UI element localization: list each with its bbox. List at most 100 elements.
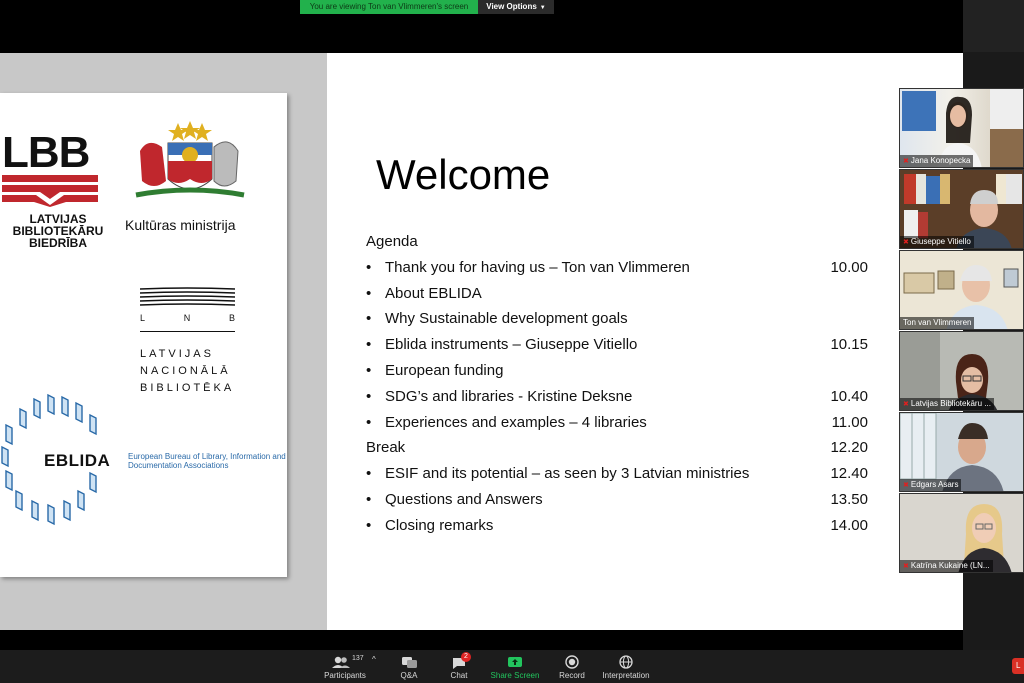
view-options-label: View Options — [486, 2, 537, 11]
lbb-logo-icon — [2, 175, 98, 207]
leave-button[interactable]: L — [1012, 658, 1024, 674]
agenda-item: • ESIF and its potential – as seen by 3 L… — [366, 461, 886, 487]
record-button[interactable]: Record — [556, 650, 588, 683]
bullet-icon: • — [366, 361, 372, 379]
globe-icon — [600, 653, 652, 671]
agenda-item: • Experiences and examples – 4 libraries 1… — [366, 410, 886, 436]
mic-muted-icon: ✖ — [903, 482, 909, 489]
eblida-logo-text: EBLIDA — [44, 451, 111, 470]
mic-muted-icon: ✖ — [903, 401, 909, 408]
agenda-item-text: Break — [366, 439, 406, 457]
viewing-banner: You are viewing Ton van Vlimmeren's scre… — [300, 0, 478, 14]
agenda-item-time: 10.00 — [830, 258, 868, 276]
participant-tile[interactable]: ✖ Edgars Asars — [899, 412, 1024, 492]
mic-muted-icon: ✖ — [903, 563, 909, 570]
lnb-line: BIBLIOTĒKA — [140, 382, 235, 394]
participant-name: ✖ Jana Konopecka — [900, 155, 974, 167]
agenda-item-text: ESIF and its potential – as seen by 3 La… — [385, 465, 750, 483]
mic-muted-icon: ✖ — [903, 239, 909, 246]
slide-title: Welcome — [376, 151, 551, 198]
lnb-letter: N — [183, 313, 191, 323]
interpretation-label: Interpretation — [602, 671, 650, 680]
agenda-item-text: Thank you for having us – Ton van Vlimme… — [385, 258, 690, 276]
participants-count: 137 — [352, 655, 364, 662]
participants-label: Participants — [324, 671, 366, 680]
agenda-item: • Eblida instruments – Giuseppe Vitiello 1… — [366, 332, 886, 358]
participant-tile[interactable]: ✖ Jana Konopecka — [899, 88, 1024, 168]
agenda-item: • European funding — [366, 358, 886, 384]
meeting-toolbar: Participants 137 ^ Q&A Chat 2 Share Scre… — [0, 650, 1024, 683]
agenda-item-text: Questions and Answers — [385, 490, 543, 508]
agenda-item: • Closing remarks 14.00 — [366, 513, 886, 539]
agenda-item: • Thank you for having us – Ton van Vlimm… — [366, 255, 886, 281]
agenda-item-time: 11.00 — [831, 413, 868, 431]
qa-icon — [392, 653, 426, 671]
lnb-divider — [140, 331, 235, 332]
agenda-list: Agenda • Thank you for having us – Ton va… — [366, 229, 886, 539]
agenda-item-time: 14.00 — [830, 516, 868, 534]
ministry-name: Kultūras ministrija — [125, 217, 236, 233]
record-icon — [556, 653, 588, 671]
bullet-icon: • — [366, 284, 372, 302]
share-screen-label: Share Screen — [490, 671, 540, 680]
slide-content: Welcome Agenda • Thank you for having us … — [327, 53, 963, 630]
lnb-logo-icon — [140, 287, 235, 306]
chat-badge: 2 — [461, 652, 471, 662]
mic-muted-icon: ✖ — [903, 158, 909, 165]
lbb-logo-subtitle: LATVIJAS BIBLIOTEKĀRU BIEDRĪBA — [8, 213, 108, 249]
chevron-up-icon[interactable]: ^ — [372, 655, 376, 664]
agenda-item-text: Experiences and examples – 4 libraries — [385, 413, 647, 431]
bullet-icon: • — [366, 336, 372, 354]
qa-label: Q&A — [400, 671, 418, 680]
bullet-icon: • — [366, 310, 372, 328]
agenda-item-time: 10.15 — [830, 336, 868, 354]
lnb-line: NACIONĀLĀ — [140, 365, 231, 377]
eblida-description: European Bureau of Library, Information … — [128, 452, 286, 470]
bullet-icon: • — [366, 490, 372, 508]
bullet-icon: • — [366, 465, 372, 483]
lnb-letters: L N B — [140, 313, 235, 323]
agenda-item: • About EBLIDA — [366, 281, 886, 307]
logo-panel: LBB LATVIJAS BIBLIOTEKĀRU BIEDRĪBA Kultū… — [0, 93, 287, 577]
lnb-name: LATVIJAS NACIONĀLĀ BIBLIOTĒKA — [140, 346, 250, 397]
bullet-icon: • — [366, 258, 372, 276]
agenda-item-text: Eblida instruments – Giuseppe Vitiello — [385, 336, 638, 354]
agenda-item-text: About EBLIDA — [385, 284, 482, 302]
agenda-item: • SDG’s and libraries - Kristine Deksne 10… — [366, 384, 886, 410]
zoom-window: You are viewing Ton van Vlimmeren's scre… — [0, 0, 1024, 683]
lnb-letter: L — [140, 313, 146, 323]
interpretation-button[interactable]: Interpretation — [600, 650, 652, 683]
bullet-icon: • — [366, 387, 372, 405]
agenda-item-text: Closing remarks — [385, 516, 494, 534]
agenda-item-time: 12.20 — [830, 439, 868, 457]
lnb-line: LATVIJAS — [140, 348, 214, 360]
agenda-item: • Why Sustainable development goals — [366, 306, 886, 332]
participant-tile[interactable]: ✖ Latvijas Bibliotekāru ... — [899, 331, 1024, 411]
agenda-item-time: 12.40 — [830, 465, 868, 483]
participant-tile[interactable]: ✖ Katrīna Kukaine (LN... — [899, 493, 1024, 573]
bullet-icon: • — [366, 516, 372, 534]
agenda-item: Break 12.20 — [366, 435, 886, 461]
agenda-item: • Questions and Answers 13.50 — [366, 487, 886, 513]
chat-label: Chat — [450, 671, 468, 680]
view-options-button[interactable]: View Options ▼ — [478, 0, 554, 14]
participant-name: ✖ Giuseppe Vitiello — [900, 236, 974, 248]
qa-button[interactable]: Q&A — [392, 650, 426, 683]
record-label: Record — [559, 671, 585, 680]
participant-tile[interactable]: ✖ Giuseppe Vitiello — [899, 169, 1024, 249]
share-screen-button[interactable]: Share Screen — [490, 650, 540, 683]
agenda-heading: Agenda — [366, 233, 418, 250]
participant-name: ✖ Latvijas Bibliotekāru ... — [900, 398, 994, 410]
participant-tile[interactable]: Ton van Vlimmeren — [899, 250, 1024, 330]
lnb-letter: B — [228, 313, 235, 323]
lbb-logo-text: LBB — [2, 128, 90, 177]
agenda-item-text: SDG’s and libraries - Kristine Deksne — [385, 387, 633, 405]
bullet-icon: • — [366, 413, 372, 431]
agenda-item-time: 13.50 — [830, 490, 868, 508]
agenda-item-time: 10.40 — [830, 387, 868, 405]
lbb-line: BIEDRĪBA — [28, 236, 87, 250]
participant-name: Ton van Vlimmeren — [900, 317, 975, 329]
agenda-item-text: European funding — [385, 361, 504, 379]
shared-screen: LBB LATVIJAS BIBLIOTEKĀRU BIEDRĪBA Kultū… — [0, 53, 963, 630]
coat-of-arms-icon — [135, 121, 245, 198]
